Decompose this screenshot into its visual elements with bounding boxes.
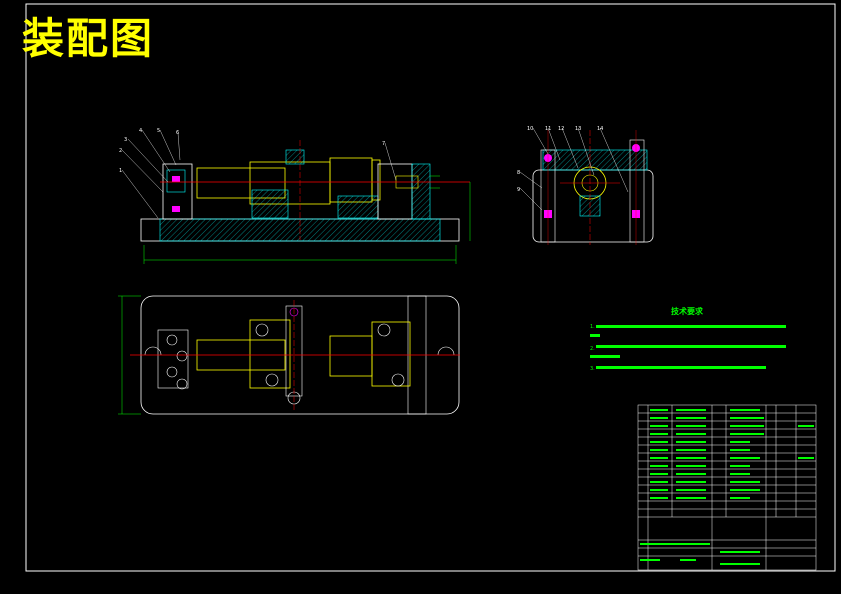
tech-requirement-text-lines — [590, 325, 786, 369]
